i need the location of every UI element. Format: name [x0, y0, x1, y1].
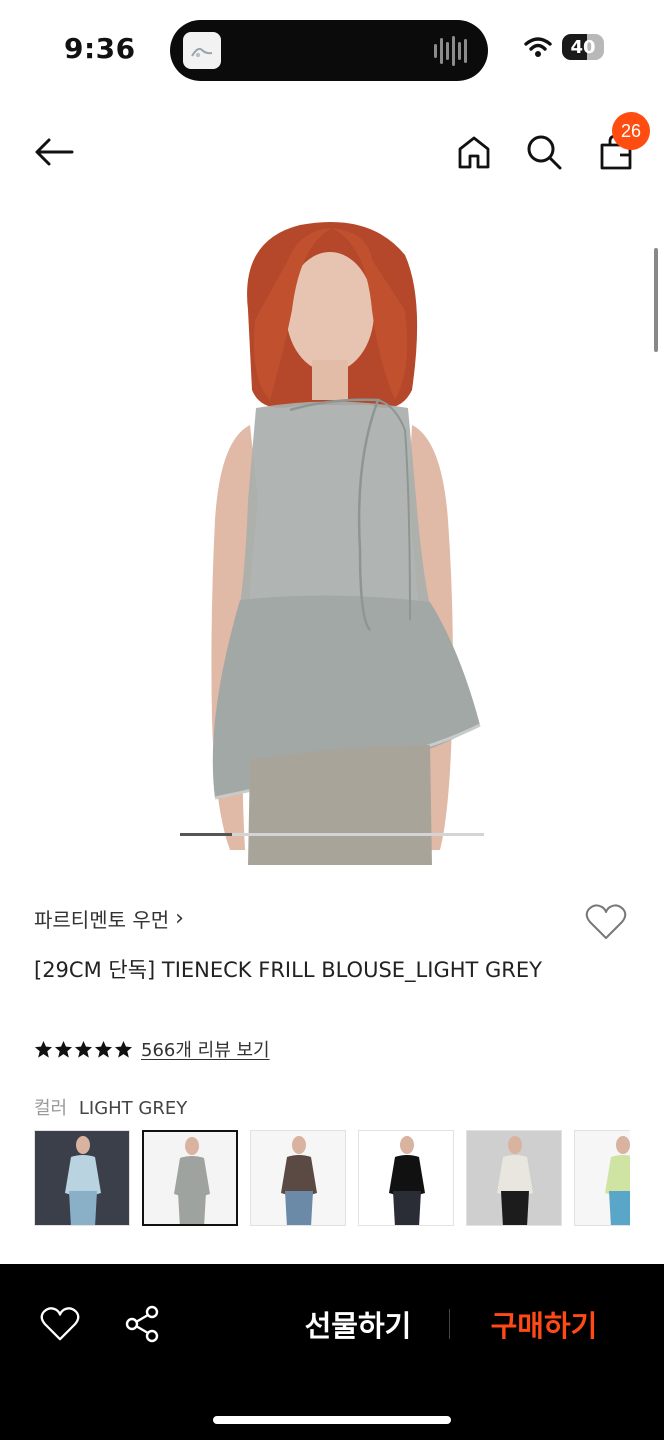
color-options-list [34, 1130, 630, 1228]
audio-waveform-icon [434, 36, 467, 66]
heart-outline-icon [40, 1307, 80, 1341]
product-title: [29CM 단독] TIENECK FRILL BLOUSE_LIGHT GRE… [34, 958, 542, 982]
reviews-link[interactable]: 566개 리뷰 보기 [141, 1036, 270, 1062]
star-icon [34, 1040, 53, 1058]
star-icon [74, 1040, 93, 1058]
dynamic-island [170, 20, 488, 81]
star-icon [94, 1040, 113, 1058]
color-label: 컬러 [34, 1098, 68, 1119]
color-option-photo [174, 1137, 210, 1224]
color-option-photo [65, 1136, 101, 1225]
scroll-indicator [654, 248, 658, 352]
product-photo [211, 221, 481, 865]
color-option-thumbnail[interactable] [34, 1130, 130, 1226]
buy-button[interactable]: 구매하기 [474, 1298, 614, 1350]
color-option-photo [389, 1136, 425, 1225]
status-time: 9:36 [64, 32, 136, 65]
color-option-photo [281, 1136, 317, 1225]
home-button[interactable] [452, 130, 496, 174]
status-indicators: 40 [524, 34, 604, 60]
brand-name: 파르티멘토 우먼 [34, 908, 170, 932]
top-navigation [0, 110, 664, 190]
battery-level: 40 [570, 36, 596, 58]
rating-row: 566개 리뷰 보기 [34, 1036, 270, 1062]
brand-link[interactable]: 파르티멘토 우먼 › [34, 904, 184, 933]
color-option-thumbnail[interactable] [250, 1130, 346, 1226]
search-icon [527, 135, 562, 170]
wishlist-button[interactable] [584, 900, 628, 944]
product-image-carousel[interactable] [0, 200, 664, 865]
color-option-thumbnail[interactable] [358, 1130, 454, 1226]
gift-button[interactable]: 선물하기 [290, 1298, 426, 1350]
home-icon [458, 136, 490, 169]
rating-stars [34, 1040, 133, 1059]
back-button[interactable] [32, 130, 76, 174]
star-icon [54, 1040, 73, 1058]
wifi-icon [524, 37, 552, 57]
cart-count-badge: 26 [612, 112, 650, 150]
home-indicator [213, 1416, 451, 1424]
share-icon [125, 1305, 159, 1343]
like-button[interactable] [38, 1302, 82, 1346]
chevron-right-icon: › [175, 905, 184, 931]
color-selection-label: 컬러 LIGHT GREY [34, 1094, 187, 1120]
color-option-photo [605, 1136, 630, 1225]
color-option-thumbnail[interactable] [574, 1130, 630, 1226]
now-playing-thumbnail [183, 32, 221, 69]
heart-outline-icon [585, 904, 627, 939]
carousel-progress-fill [180, 833, 232, 836]
color-option-photo [497, 1136, 533, 1225]
color-option-thumbnail[interactable] [466, 1130, 562, 1226]
color-value: LIGHT GREY [78, 1098, 188, 1119]
divider [449, 1309, 450, 1339]
search-button[interactable] [522, 130, 566, 174]
color-option-thumbnail[interactable] [142, 1130, 238, 1226]
carousel-progress-bar [180, 833, 484, 836]
status-bar: 9:36 40 [0, 0, 664, 100]
share-button[interactable] [120, 1302, 164, 1346]
bottom-action-bar: 선물하기 구매하기 [0, 1264, 664, 1440]
battery-indicator: 40 [562, 34, 604, 60]
arrow-left-icon [35, 138, 74, 166]
star-icon [114, 1040, 133, 1058]
